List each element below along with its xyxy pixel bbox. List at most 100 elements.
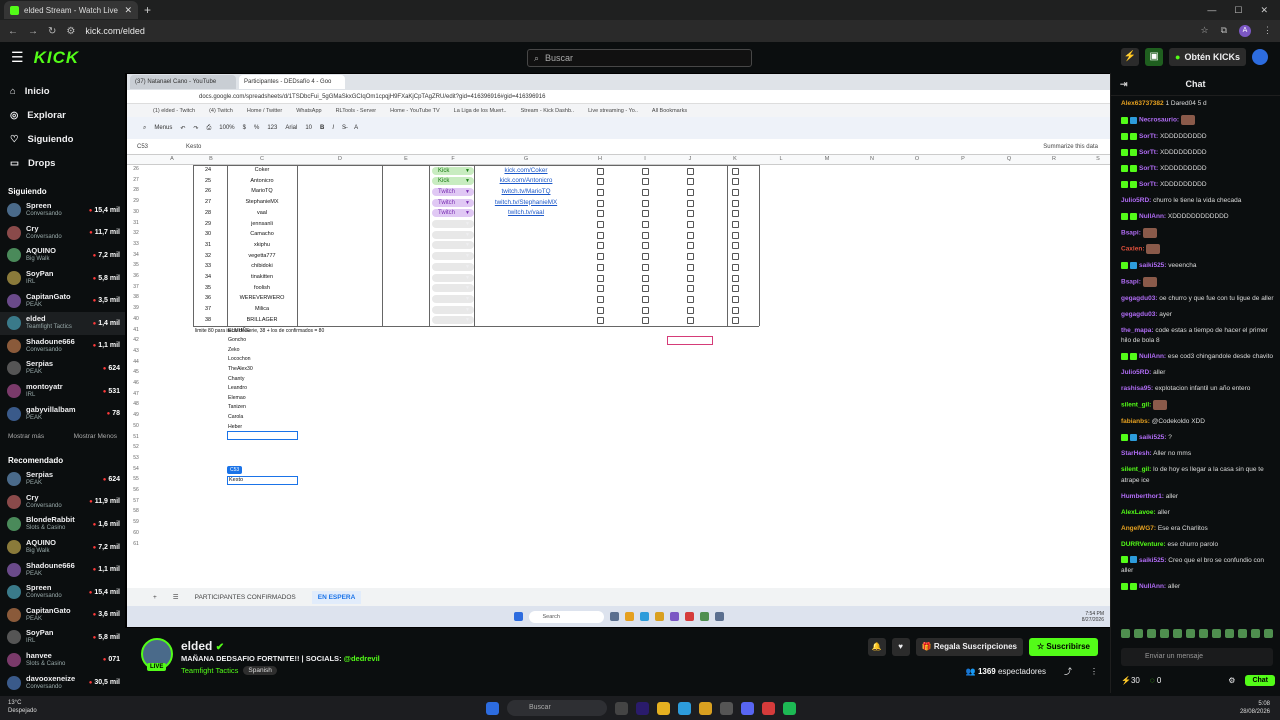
sidebar-channel[interactable]: CryConversando 11,9 mil <box>0 491 125 514</box>
chat-message[interactable]: StarHesh: Aller no mms <box>1121 449 1277 460</box>
sidebar-channel[interactable]: SpreenConversando 15,4 mil <box>0 199 125 222</box>
sidebar-channel[interactable]: davooxeneizeConversando 30,5 mil <box>0 671 125 694</box>
chat-username[interactable]: fabianbs: <box>1121 418 1150 425</box>
emote-icon[interactable] <box>1225 629 1234 638</box>
chat-message[interactable]: silent_gil: lo de hoy es llegar a la cas… <box>1121 465 1277 486</box>
emote-icon[interactable] <box>1121 629 1130 638</box>
chat-message[interactable]: Alex63737382 1 Dared04 5 d <box>1121 99 1277 110</box>
chat-username[interactable]: NullAnn: <box>1139 353 1166 360</box>
user-avatar[interactable] <box>1252 49 1268 65</box>
sidebar-channel[interactable]: CryConversando 11,7 mil <box>0 222 125 245</box>
language-tag[interactable]: Spanish <box>243 666 277 675</box>
chat-username[interactable]: gegagdu03: <box>1121 311 1157 318</box>
sidebar-channel[interactable]: SpreenConversando 15,4 mil <box>0 581 125 604</box>
chat-username[interactable]: Bsapi: <box>1121 279 1141 286</box>
chat-message[interactable]: Julio5RD: aller <box>1121 368 1277 379</box>
emote-icon[interactable] <box>1173 629 1182 638</box>
taskbar-search[interactable]: Buscar <box>507 700 607 716</box>
emote-icon[interactable] <box>1160 629 1169 638</box>
close-tab-icon[interactable]: ✕ <box>124 5 132 16</box>
points-count[interactable]: ◌ 0 <box>1150 676 1161 685</box>
emote-icon[interactable] <box>1264 629 1273 638</box>
emote-icon[interactable] <box>1238 629 1247 638</box>
app-icon[interactable] <box>720 701 733 715</box>
chat-username[interactable]: Necrosaurio: <box>1139 117 1179 124</box>
show-more-button[interactable]: Mostrar más <box>8 433 44 440</box>
chat-message[interactable]: DURRVenture: ese churro parolo <box>1121 540 1277 551</box>
chat-username[interactable]: StarHesh: <box>1121 450 1152 457</box>
sidebar-channel[interactable]: montoyatrIRL 531 <box>0 380 125 403</box>
chat-message[interactable]: fabianbs: @Codekoldo XDD <box>1121 417 1277 428</box>
wallet-icon[interactable]: ▣ <box>1145 48 1164 66</box>
chat-username[interactable]: SorTt: <box>1139 149 1158 156</box>
kicks-count[interactable]: ⚡30 <box>1121 676 1140 685</box>
chat-message[interactable]: the_mapa: code estas a tiempo de hacer e… <box>1121 326 1277 347</box>
discord-icon[interactable] <box>741 701 754 715</box>
chat-message[interactable]: AngelWG7: Ese era Charlitos <box>1121 524 1277 535</box>
chat-username[interactable]: DURRVenture: <box>1121 541 1166 548</box>
sidebar-channel[interactable]: gabyvillalbamPEAK 78 <box>0 402 125 425</box>
chat-username[interactable]: AlexLavoe: <box>1121 509 1156 516</box>
chat-username[interactable]: SorTt: <box>1139 165 1158 172</box>
social-handle[interactable]: @dedrevil <box>344 654 380 663</box>
sidebar-channel[interactable]: SerpiasPEAK 624 <box>0 468 125 491</box>
sidebar-channel[interactable]: eldedTeamfight Tactics 1,4 mil <box>0 311 125 335</box>
sidebar-channel[interactable]: hanveeSlots & Casino 071 <box>0 649 125 672</box>
search-input[interactable]: ⌕ Buscar <box>527 49 752 67</box>
chat-settings-icon[interactable]: ⚙ <box>1228 676 1235 685</box>
spotify-icon[interactable] <box>783 701 796 715</box>
reload-icon[interactable]: ↻ <box>48 26 56 37</box>
more-options-icon[interactable]: ⋮ <box>1090 667 1098 676</box>
chat-username[interactable]: saiki525: <box>1139 262 1166 269</box>
windows-start-icon[interactable] <box>486 701 499 715</box>
sidebar-channel[interactable]: AQUINOBig Walk 7,2 mil <box>0 244 125 267</box>
folder-icon[interactable] <box>657 701 670 715</box>
forward-icon[interactable]: → <box>28 26 38 37</box>
chat-username[interactable]: NullAnn: <box>1139 583 1166 590</box>
chat-message[interactable]: NullAnn: ese cod3 chingandole desde chav… <box>1121 352 1277 363</box>
chat-username[interactable]: saiki525: <box>1139 434 1166 441</box>
premiere-icon[interactable] <box>636 701 649 715</box>
get-kicks-button[interactable]: ● Obtén KICKs <box>1169 48 1246 66</box>
emote-icon[interactable] <box>1147 629 1156 638</box>
taskbar-clock[interactable]: 5:08 28/08/2026 <box>1240 700 1270 716</box>
back-icon[interactable]: ← <box>8 26 18 37</box>
app-icon[interactable] <box>678 701 691 715</box>
sidebar-item-following[interactable]: ♡ Siguiendo <box>10 127 115 151</box>
streamer-name[interactable]: elded ✔ <box>181 639 224 653</box>
chat-username[interactable]: Julio5RD: <box>1121 197 1151 204</box>
chat-username[interactable]: SorTt: <box>1139 181 1158 188</box>
sidebar-channel[interactable]: AQUINOBig Walk 7,2 mil <box>0 536 125 559</box>
follow-heart-icon[interactable]: ♥ <box>891 638 910 656</box>
app-icon[interactable] <box>762 701 775 715</box>
chat-input[interactable]: Enviar un mensaje <box>1121 648 1273 666</box>
sidebar-item-explore[interactable]: ◎ Explorar <box>10 103 115 127</box>
send-chat-button[interactable]: Chat <box>1245 674 1275 686</box>
collapse-chat-icon[interactable]: ⇥ <box>1120 79 1128 90</box>
chat-username[interactable]: Bsapi: <box>1121 229 1141 236</box>
sidebar-item-home[interactable]: ⌂ Inicio <box>10 79 115 103</box>
chat-username[interactable]: rashisa95: <box>1121 385 1153 392</box>
chat-message[interactable]: Humberthor1: aller <box>1121 492 1277 503</box>
file-explorer-icon[interactable] <box>615 701 628 715</box>
sidebar-channel[interactable]: SoyPanIRL 5,8 mil <box>0 267 125 290</box>
weather-widget[interactable]: 13°C Despejado <box>8 699 37 715</box>
url-field[interactable]: kick.com/elded <box>85 26 145 36</box>
new-tab-icon[interactable]: + <box>144 3 151 17</box>
chat-message[interactable]: NullAnn: aller <box>1121 582 1277 593</box>
show-less-button[interactable]: Mostrar Menos <box>74 433 117 440</box>
sidebar-channel[interactable]: BlondeRabbitSlots & Casino 1,6 mil <box>0 513 125 536</box>
chat-message[interactable]: SorTt: XDDDDDDDDD <box>1121 180 1277 191</box>
chat-message[interactable]: silent_gil: <box>1121 400 1277 411</box>
emote-icon[interactable] <box>1186 629 1195 638</box>
chrome-icon[interactable] <box>699 701 712 715</box>
site-info-icon[interactable]: ⚙ <box>66 26 75 37</box>
chat-username[interactable]: gegagdu03: <box>1121 295 1157 302</box>
emote-icon[interactable] <box>1134 629 1143 638</box>
category-link[interactable]: Teamfight Tactics <box>181 666 238 675</box>
emote-hub-icon[interactable]: ⚡ <box>1121 48 1140 66</box>
chat-message[interactable]: Caxlen: <box>1121 244 1277 255</box>
chat-message[interactable]: saiki525: ? <box>1121 433 1277 444</box>
sidebar-item-drops[interactable]: ▭ Drops <box>10 151 115 175</box>
hamburger-menu-icon[interactable]: ☰ <box>11 49 24 66</box>
